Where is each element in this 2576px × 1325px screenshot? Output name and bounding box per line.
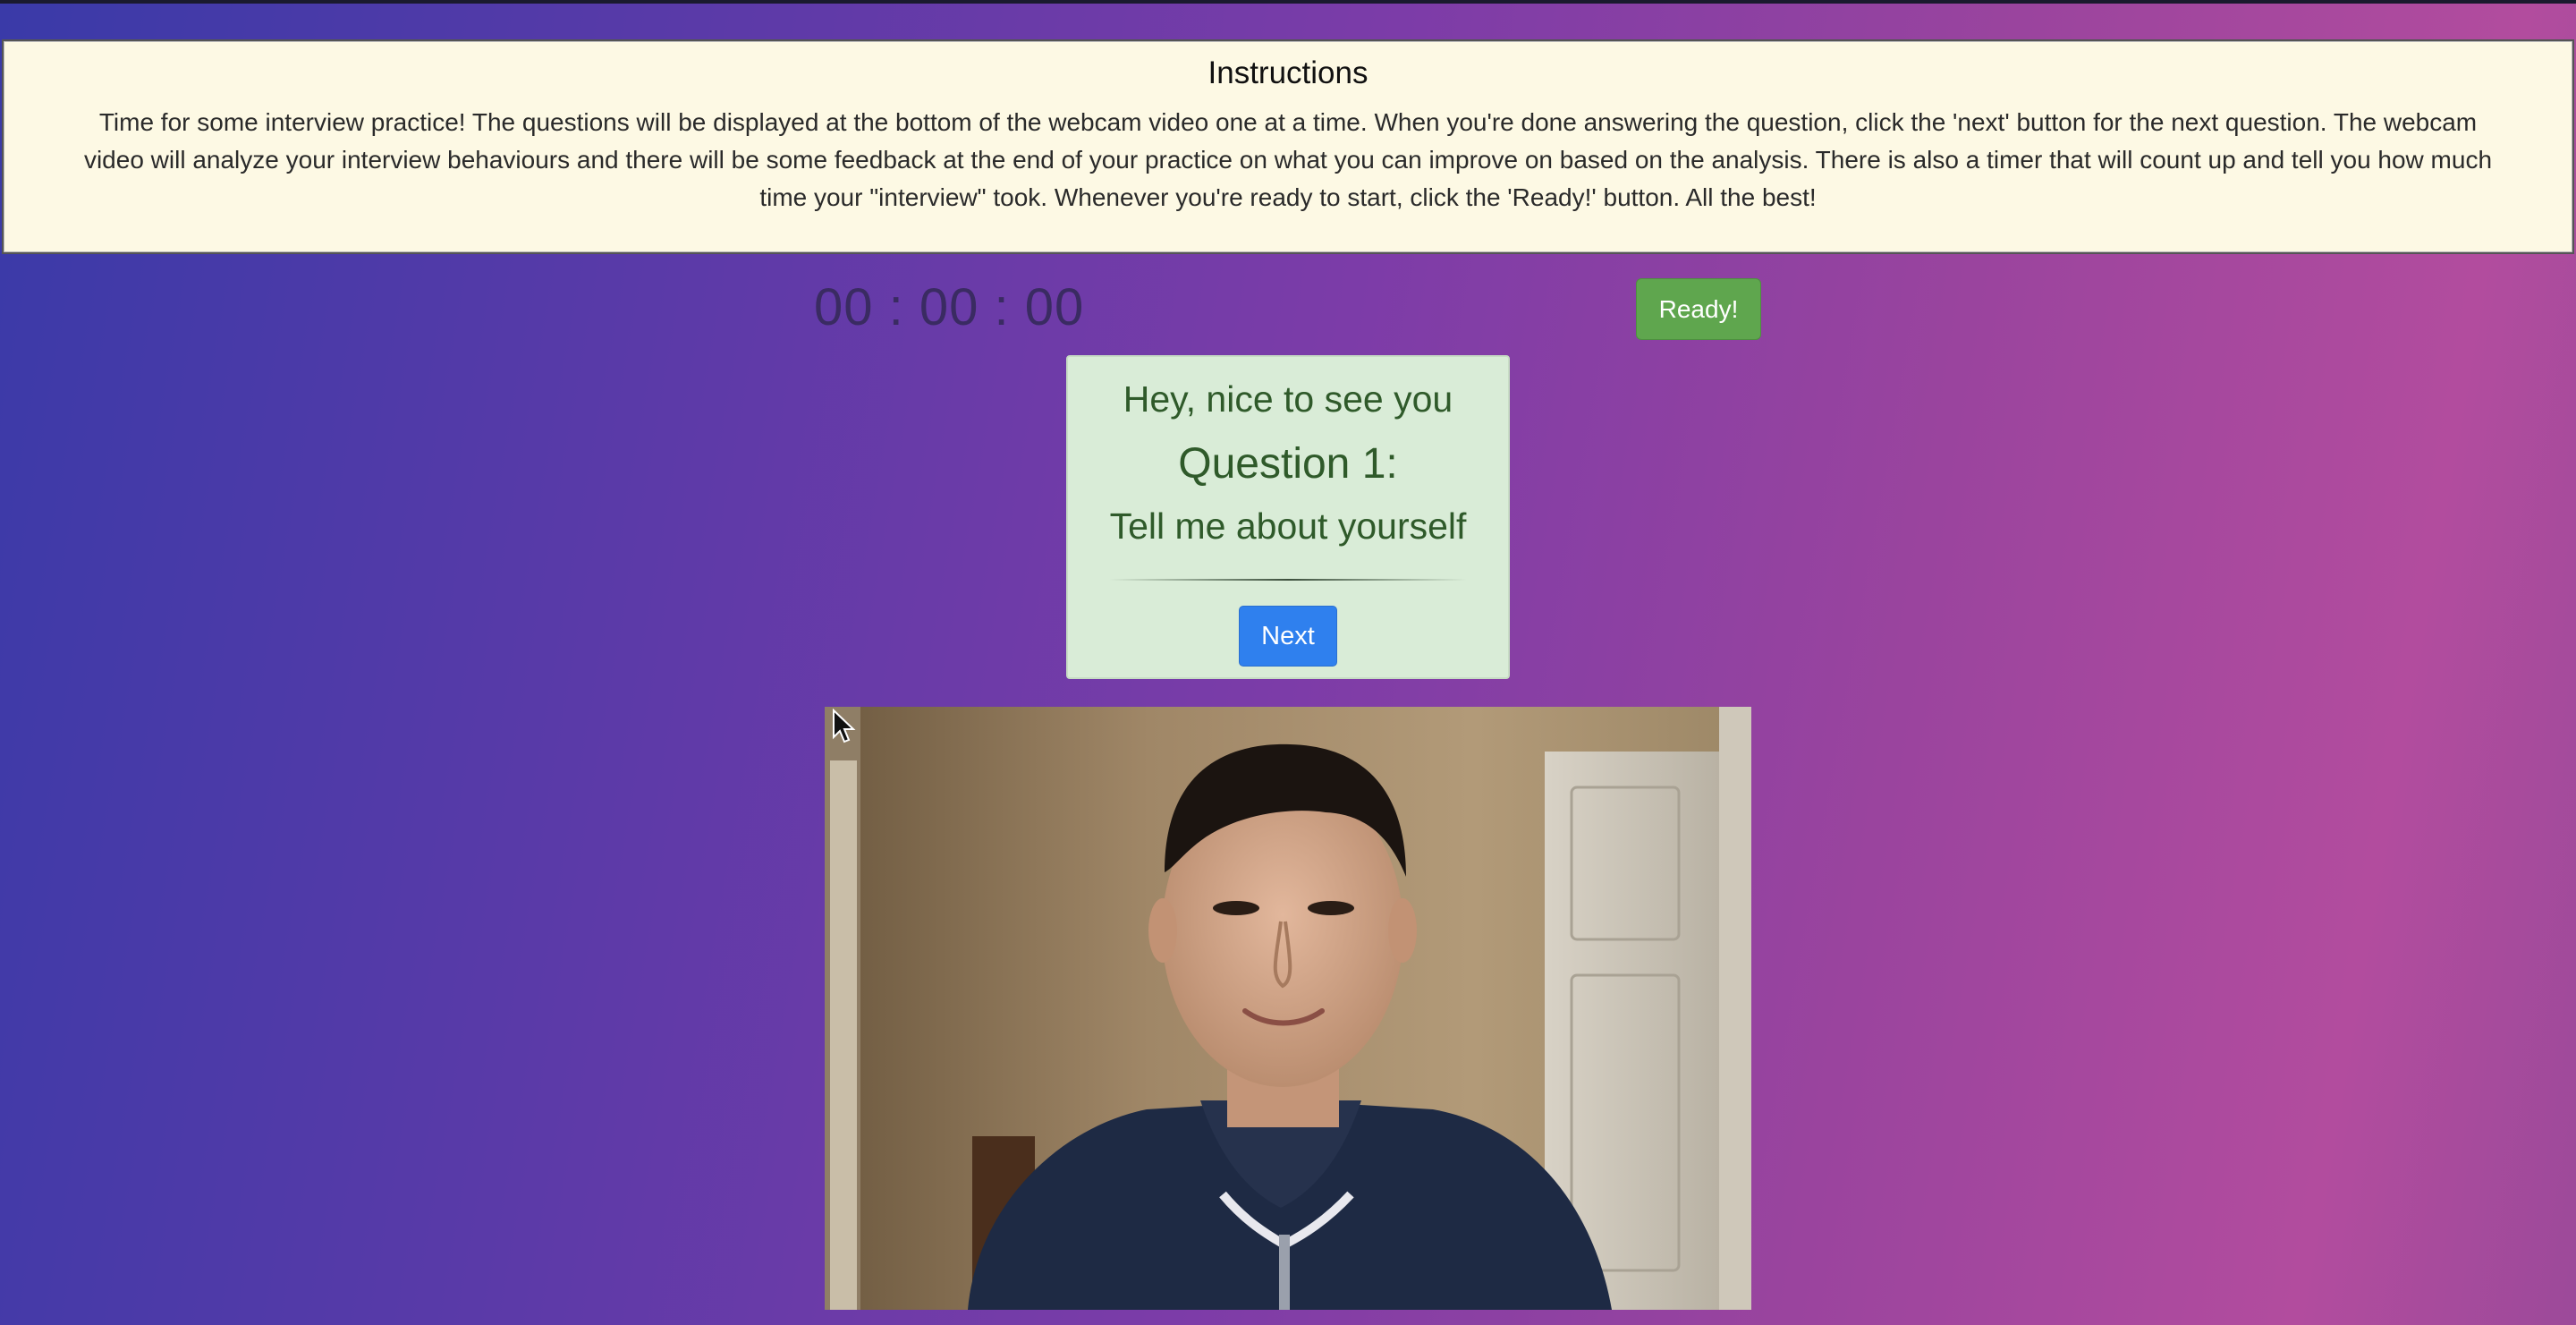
instructions-panel: Instructions Time for some interview pra… <box>2 39 2574 254</box>
instructions-title: Instructions <box>1208 55 1368 90</box>
card-divider <box>1109 579 1467 581</box>
instructions-body: Time for some interview practice! The qu… <box>83 108 2493 211</box>
question-number: Question 1: <box>1178 440 1398 488</box>
question-card: Hey, nice to see you Question 1: Tell me… <box>1066 355 1510 679</box>
ready-button[interactable]: Ready! <box>1636 278 1761 340</box>
next-button[interactable]: Next <box>1239 606 1337 667</box>
webcam-person-image <box>825 707 1751 1310</box>
webcam-video <box>825 707 1751 1310</box>
top-strip <box>0 0 2576 4</box>
interview-timer: 00 : 00 : 00 <box>814 278 1085 336</box>
mouse-cursor-icon <box>833 709 856 743</box>
question-text: Tell me about yourself <box>1109 505 1467 547</box>
greeting-text: Hey, nice to see you <box>1123 378 1453 420</box>
